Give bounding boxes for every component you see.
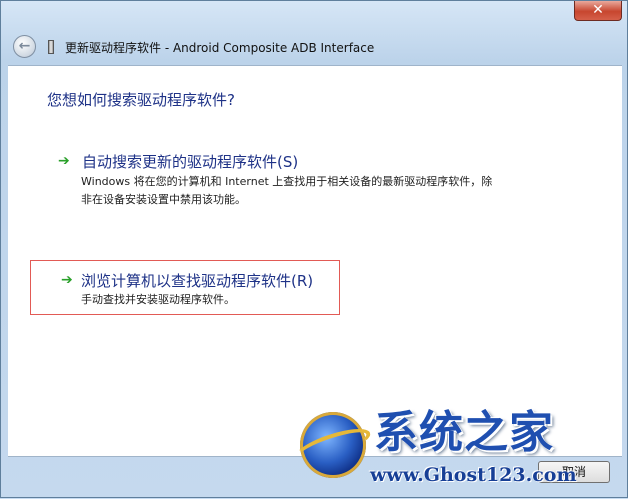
browse-computer-option[interactable]: ➔ 浏览计算机以查找驱动程序软件(R) 手动查找并安装驱动程序软件。 xyxy=(30,260,340,315)
watermark-logo: 系统之家 www.Ghost123.com xyxy=(292,406,628,499)
browse-computer-description: 手动查找并安装驱动程序软件。 xyxy=(81,293,235,306)
close-icon: ✕ xyxy=(592,2,604,18)
auto-search-title[interactable]: 自动搜索更新的驱动程序软件(S) xyxy=(82,151,298,172)
auto-search-option[interactable]: ➔ 自动搜索更新的驱动程序软件(S) Windows 将在您的计算机和 Inte… xyxy=(54,148,504,212)
page-heading: 您想如何搜索驱动程序软件? xyxy=(47,91,235,109)
usb-device-icon xyxy=(48,40,54,54)
watermark-title: 系统之家 xyxy=(374,407,554,458)
dialog-window: ✕ ← 更新驱动程序软件 - Android Composite ADB Int… xyxy=(0,0,628,498)
back-arrow-icon: ← xyxy=(18,38,31,54)
back-button[interactable]: ← xyxy=(13,35,36,58)
auto-search-description: Windows 将在您的计算机和 Internet 上查找用于相关设备的最新驱动… xyxy=(81,175,493,206)
green-arrow-icon: ➔ xyxy=(58,153,70,169)
window-title: 更新驱动程序软件 - Android Composite ADB Interfa… xyxy=(65,41,375,55)
watermark-url: www.Ghost123.com xyxy=(370,464,577,486)
browse-computer-title[interactable]: 浏览计算机以查找驱动程序软件(R) xyxy=(81,270,313,291)
title-bar: ← 更新驱动程序软件 - Android Composite ADB Inter… xyxy=(7,31,621,65)
green-arrow-icon: ➔ xyxy=(61,272,73,288)
content-area: 您想如何搜索驱动程序软件? ➔ 自动搜索更新的驱动程序软件(S) Windows… xyxy=(8,65,622,457)
close-button[interactable]: ✕ xyxy=(574,1,622,21)
